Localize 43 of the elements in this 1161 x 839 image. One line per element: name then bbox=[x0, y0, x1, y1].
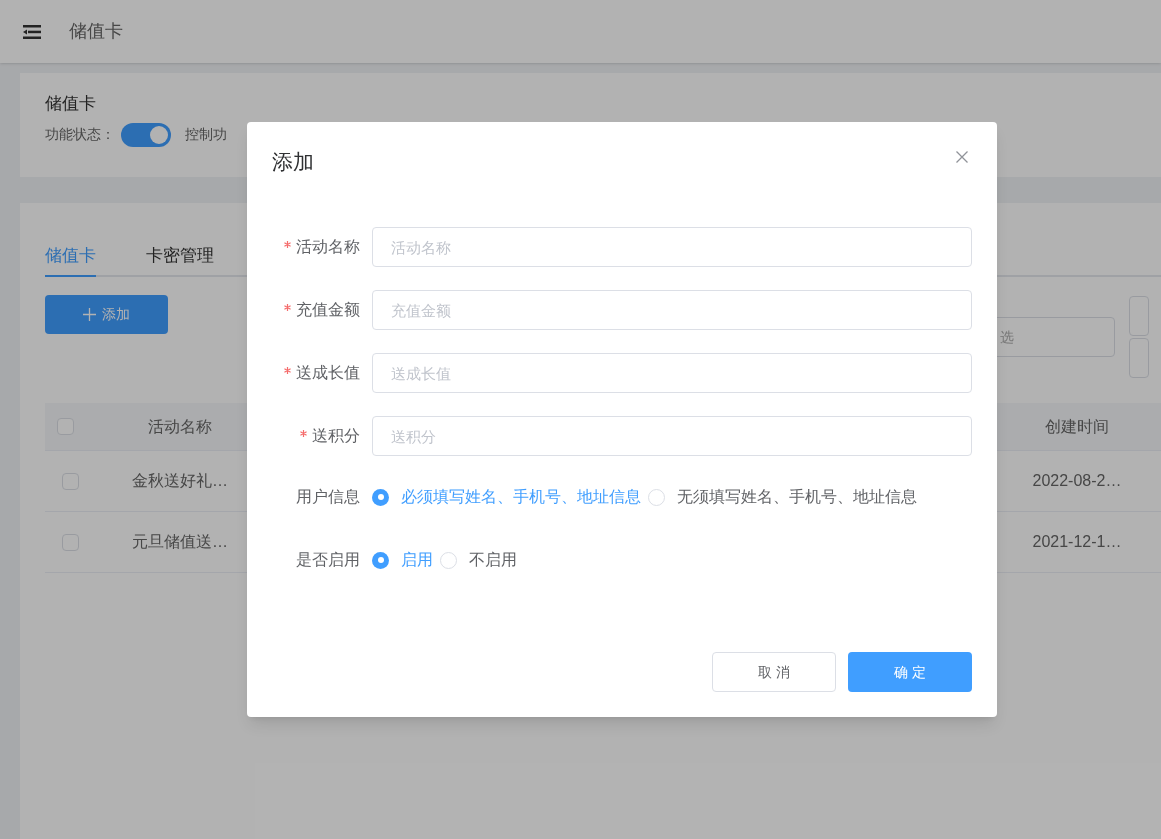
field-label: 用户信息 bbox=[295, 487, 360, 507]
menu-fold-icon[interactable] bbox=[23, 24, 41, 39]
confirm-button[interactable]: 确 定 bbox=[848, 652, 972, 692]
radio-button[interactable] bbox=[372, 551, 389, 569]
tab[interactable]: 储值卡 bbox=[45, 237, 96, 277]
description-text: 控制功 bbox=[185, 125, 227, 144]
text-input[interactable]: 送成长值 bbox=[372, 353, 972, 393]
radio-label[interactable]: 必须填写姓名、手机号、地址信息 bbox=[401, 485, 641, 509]
add-button[interactable]: 添加 bbox=[45, 295, 168, 334]
field-label: 送成长值 bbox=[296, 363, 360, 383]
radio-label[interactable]: 不启用 bbox=[469, 548, 517, 572]
row-checkbox[interactable] bbox=[62, 472, 79, 490]
table-cell-text: 2022-08-2… bbox=[1032, 471, 1122, 491]
toolbar-button[interactable] bbox=[1129, 296, 1149, 336]
table-cell-text: 元旦储值送… bbox=[132, 532, 228, 552]
field-label: 送积分 bbox=[312, 426, 360, 446]
close-icon[interactable] bbox=[956, 151, 968, 163]
tab[interactable]: 卡密管理 bbox=[146, 237, 214, 277]
select-all-checkbox[interactable] bbox=[57, 418, 74, 435]
field-label: 活动名称 bbox=[296, 237, 360, 257]
text-input[interactable]: 送积分 bbox=[372, 416, 972, 456]
page-title: 储值卡 bbox=[69, 20, 123, 43]
toolbar-button[interactable] bbox=[1129, 338, 1149, 378]
dialog-title: 添加 bbox=[272, 149, 314, 175]
radio-button[interactable] bbox=[648, 488, 665, 506]
radio-label[interactable]: 启用 bbox=[401, 548, 433, 572]
table-cell-text: 金秋送好礼… bbox=[132, 471, 228, 491]
field-label: 是否启用 bbox=[295, 550, 360, 570]
row-checkbox[interactable] bbox=[62, 533, 79, 551]
column-header: 创建时间 bbox=[1045, 416, 1109, 437]
table-cell-text: 2021-12-1… bbox=[1032, 532, 1122, 552]
radio-button[interactable] bbox=[372, 488, 389, 506]
field-label: 充值金额 bbox=[296, 300, 360, 320]
radio-label[interactable]: 无须填写姓名、手机号、地址信息 bbox=[677, 485, 917, 509]
text-input[interactable]: 活动名称 bbox=[372, 227, 972, 267]
cancel-button[interactable]: 取 消 bbox=[712, 652, 836, 692]
toggle-switch[interactable] bbox=[121, 122, 171, 147]
card-title: 储值卡 bbox=[45, 93, 97, 115]
status-label: 功能状态： bbox=[45, 125, 115, 144]
text-input[interactable]: 充值金额 bbox=[372, 290, 972, 330]
plus-icon bbox=[83, 308, 96, 321]
radio-button[interactable] bbox=[440, 551, 457, 569]
column-header: 活动名称 bbox=[148, 416, 212, 437]
